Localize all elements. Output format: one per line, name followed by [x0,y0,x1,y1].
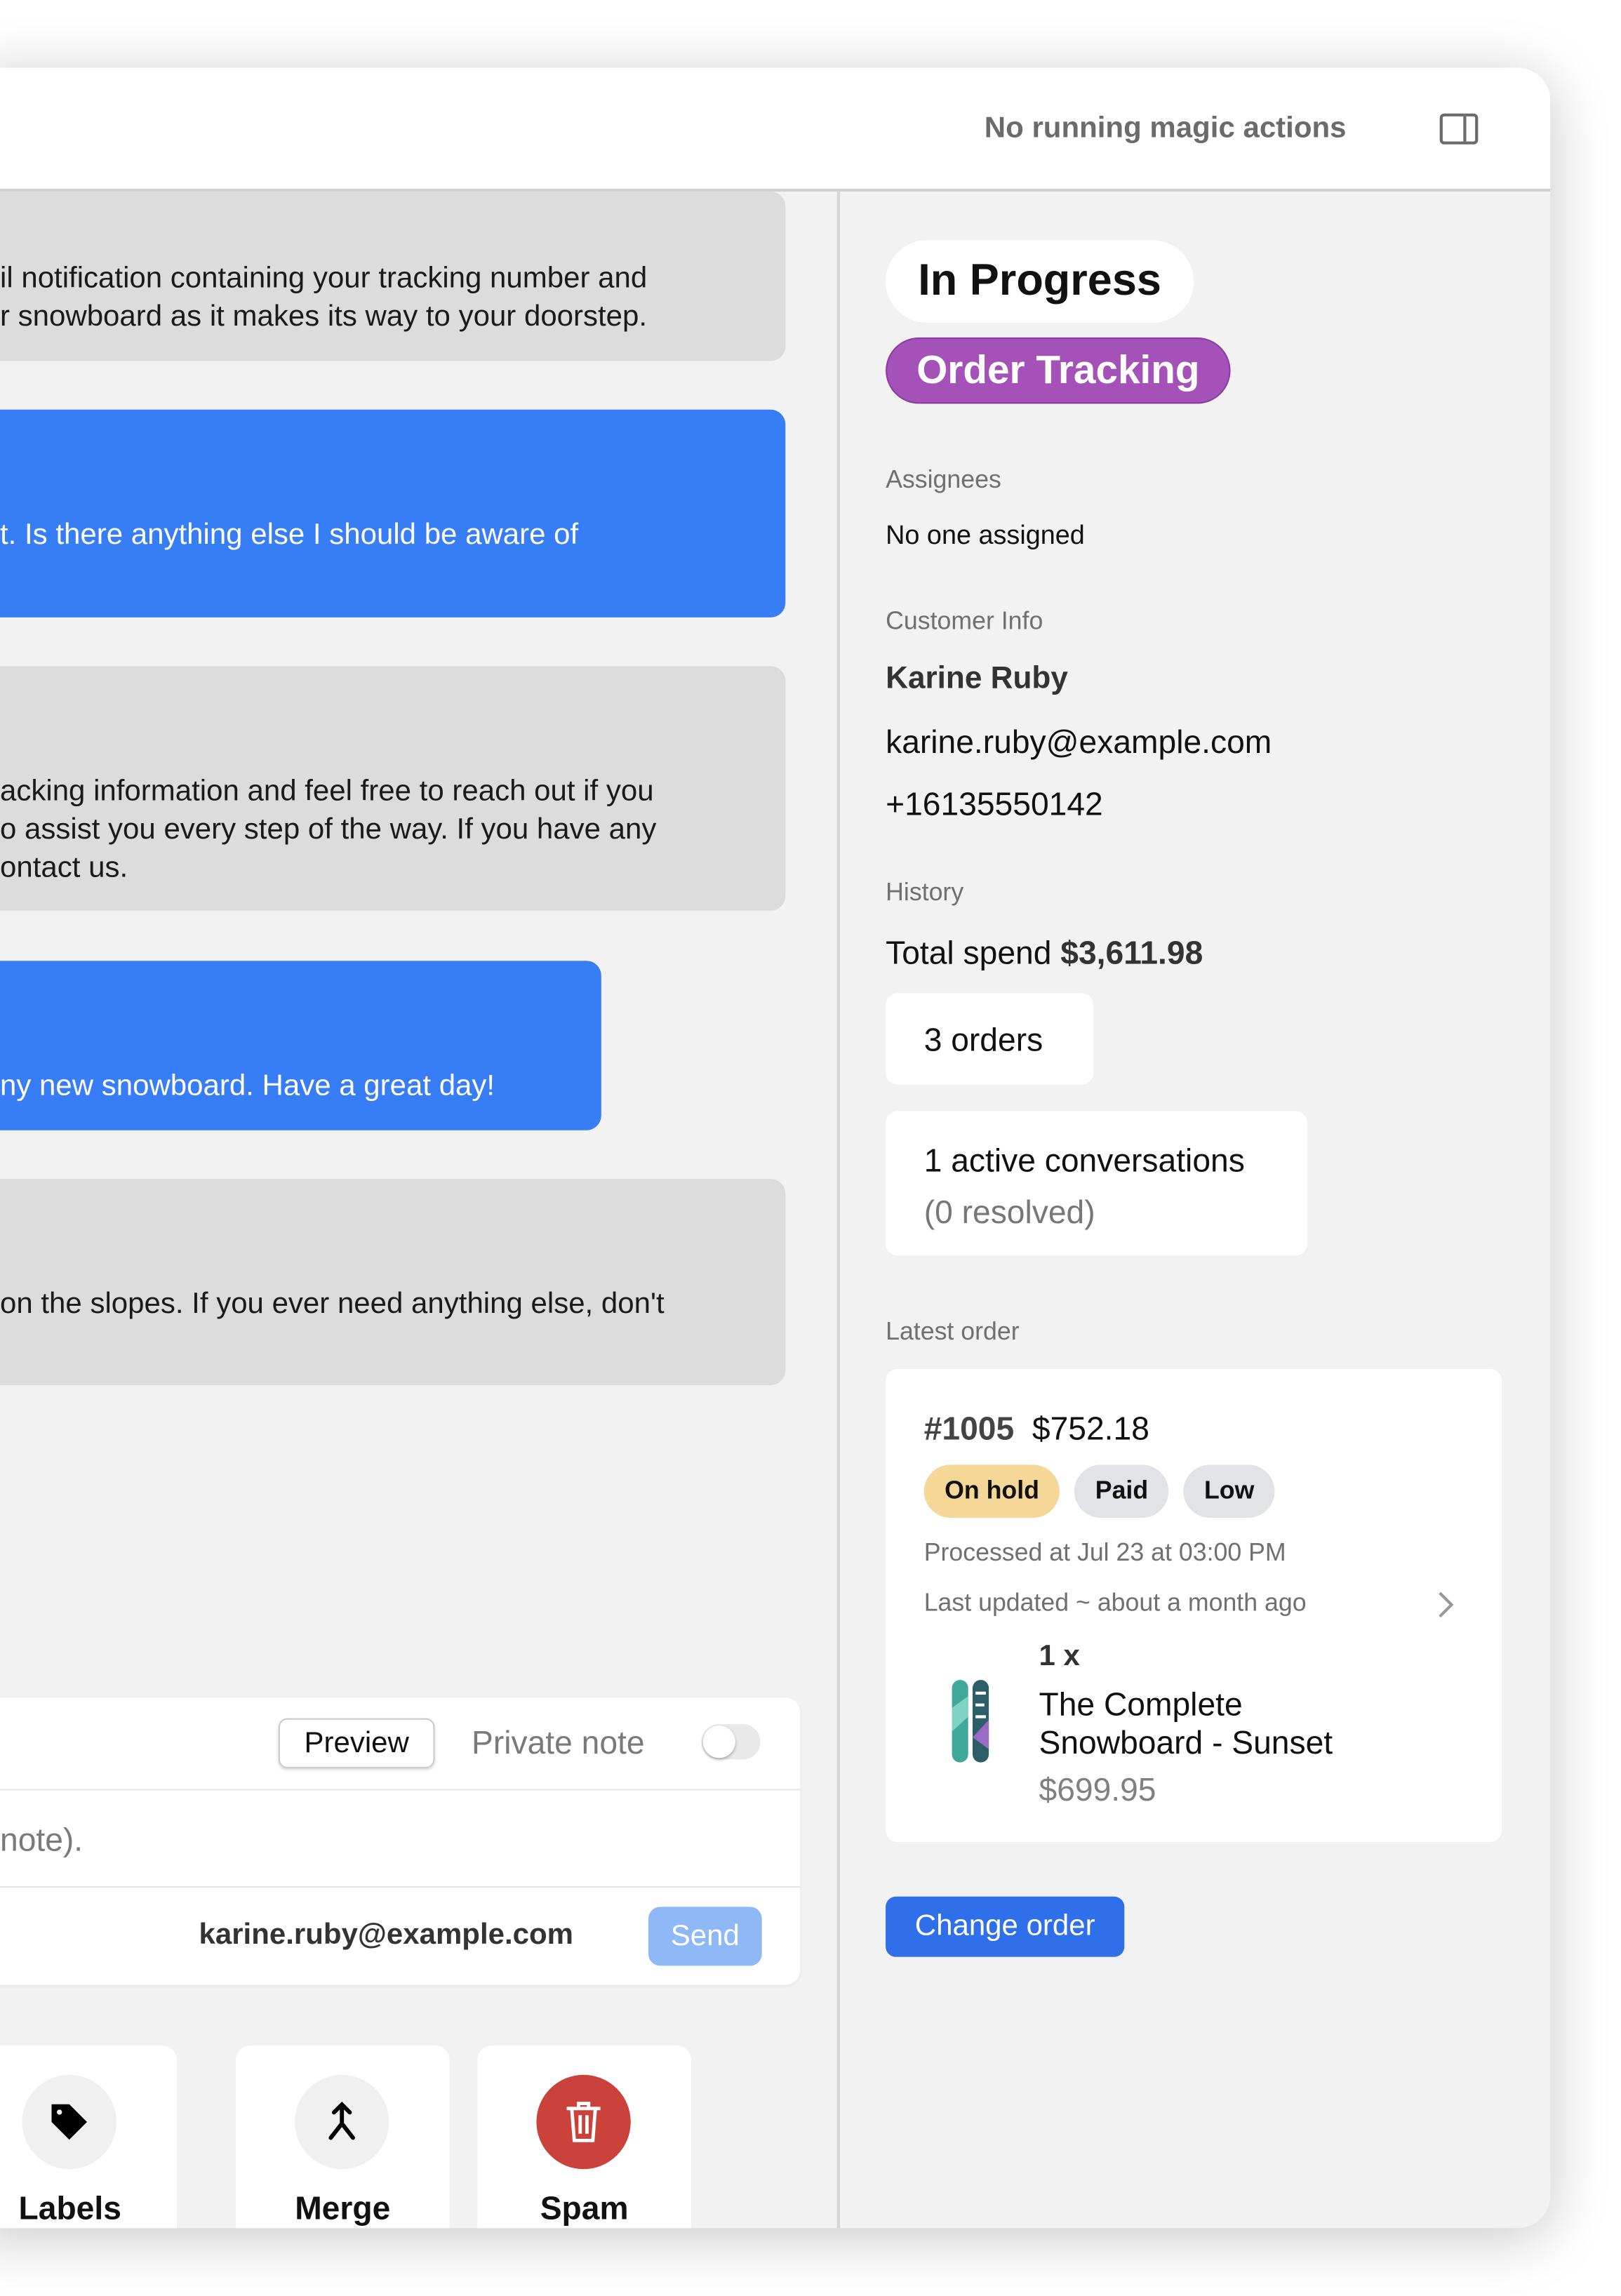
message-customer: ny new snowboard. Have a great day! [0,961,601,1130]
message-line: ontact us. [0,851,128,884]
item-price: $699.95 [1039,1771,1156,1808]
message-agent: acking information and feel free to reac… [0,666,786,911]
active-conversations: 1 active conversations [923,1142,1245,1179]
total-spend-value: $3,611.98 [1060,934,1203,971]
divider [0,1886,801,1888]
priority-badge: Low [1183,1464,1275,1518]
order-total: $752.18 [1032,1410,1149,1448]
action-label: Spam [540,2189,629,2227]
conversation-thread: il notification containing your tracking… [0,192,840,2229]
status-badge[interactable]: In Progress [886,240,1194,323]
message-line: t. Is there anything else I should be aw… [0,519,579,552]
details-panel: In Progress Order Tracking Assignees No … [840,192,1550,2228]
order-processed: Processed at Jul 23 at 03:00 PM [923,1538,1286,1567]
resolved-count: (0 resolved) [923,1193,1095,1231]
payment-badge: Paid [1074,1464,1169,1518]
message-line: ny new snowboard. Have a great day! [0,1069,495,1102]
customer-info-label: Customer Info [886,607,1043,636]
item-name: The Complete [1039,1686,1243,1723]
history-label: History [886,878,964,907]
conversations-card[interactable]: 1 active conversations (0 resolved) [886,1111,1307,1256]
orders-count: 3 orders [923,1021,1043,1058]
message-customer: t. Is there anything else I should be aw… [0,409,786,618]
latest-order-card[interactable]: #1005 $752.18 On hold Paid Low Processed a… [886,1368,1502,1842]
latest-order-label: Latest order [886,1317,1020,1346]
reply-input[interactable]: note). [0,1822,83,1860]
trash-icon [536,2074,631,2170]
reply-composer: Preview Private note note). karine.ruby@… [0,1697,801,1985]
product-image [950,1678,992,1771]
message-line: r snowboard as it makes its way to your … [0,300,648,333]
total-spend-label: Total spend [886,934,1052,971]
assignees-label: Assignees [886,465,1001,494]
order-updated: Last updated ~ about a month ago [923,1588,1307,1617]
labels-action[interactable]: Labels ⌘ E [0,2045,177,2229]
fulfillment-badge: On hold [923,1464,1060,1518]
spam-action[interactable]: Spam ⌘ F [477,2045,691,2229]
private-note-toggle[interactable] [701,1724,761,1760]
merge-icon [294,2074,389,2170]
message-line: il notification containing your tracking… [0,262,648,295]
item-name: Snowboard - Sunset [1039,1724,1333,1761]
assignees-value[interactable]: No one assigned [886,520,1085,551]
message-line: acking information and feel free to reac… [0,775,654,808]
action-label: Labels [18,2189,121,2227]
recipient-email: karine.ruby@example.com [199,1918,574,1951]
item-quantity: 1 x [1039,1640,1080,1673]
message-line: on the slopes. If you ever need anything… [0,1288,665,1321]
magic-actions-status: No running magic actions [984,112,1347,145]
category-badge[interactable]: Order Tracking [886,337,1231,404]
order-badges: On hold Paid Low [923,1464,1290,1518]
divider [0,1789,801,1791]
total-spend: Total spend $3,611.98 [886,934,1203,973]
chevron-right-icon[interactable] [1436,1590,1454,1627]
tag-icon [22,2074,116,2170]
order-number: #1005 [923,1410,1015,1448]
sidebar-right-icon[interactable] [1439,113,1479,145]
customer-name: Karine Ruby [886,661,1068,696]
message-agent: on the slopes. If you ever need anything… [0,1178,786,1385]
change-order-button[interactable]: Change order [886,1896,1125,1957]
private-note-label: Private note [472,1724,645,1761]
preview-button[interactable]: Preview [278,1718,435,1768]
send-button[interactable]: Send [648,1907,762,1966]
orders-card[interactable]: 3 orders [886,993,1094,1085]
message-line: o assist you every step of the way. If y… [0,813,657,846]
top-bar: No running magic actions [0,67,1551,192]
customer-phone: +16135550142 [886,785,1103,822]
customer-email: karine.ruby@example.com [886,723,1272,761]
action-label: Merge [295,2189,391,2227]
message-agent: il notification containing your tracking… [0,192,786,361]
merge-action[interactable]: Merge ⌘ Z [236,2045,450,2229]
app-window: No running magic actions il notification… [0,67,1551,2229]
order-header: #1005 $752.18 [924,1410,1149,1449]
